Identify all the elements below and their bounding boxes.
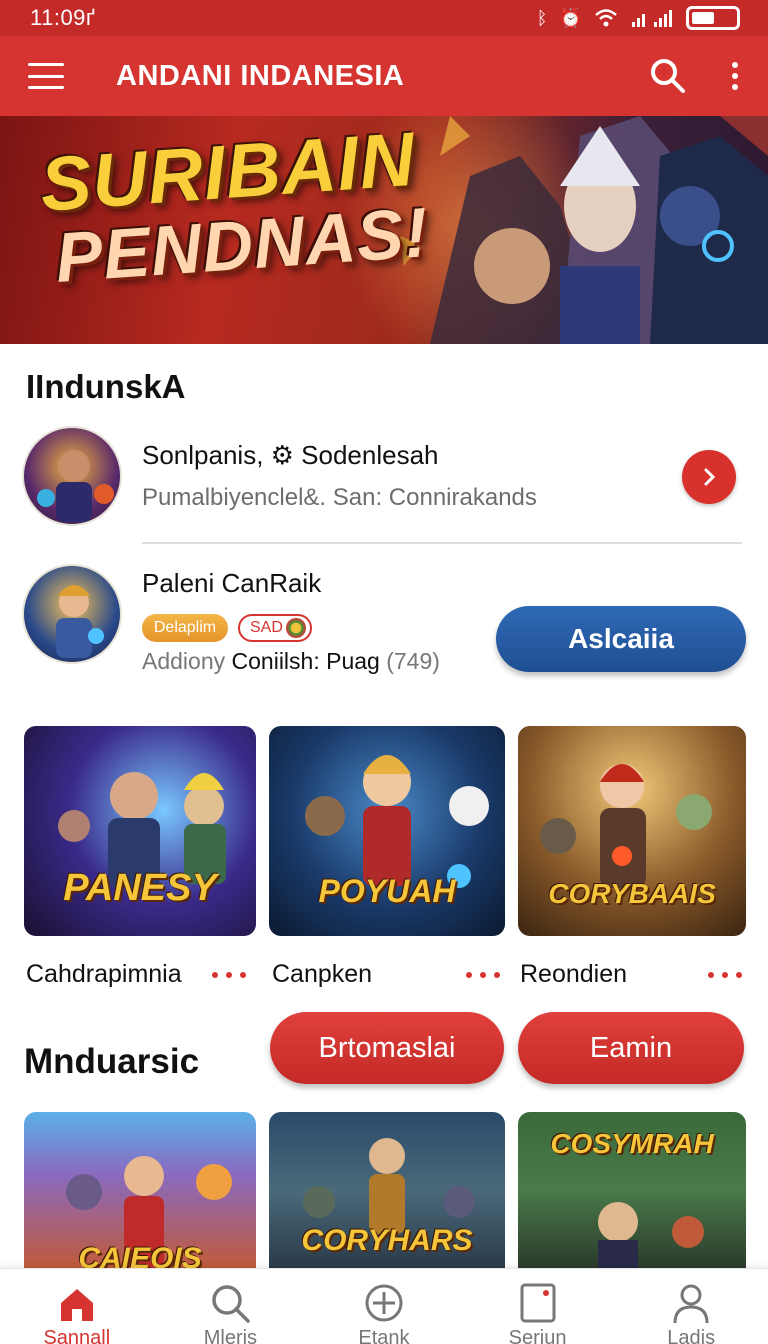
signal-icon xyxy=(632,10,672,27)
item-title: Paleni CanRaik xyxy=(142,568,322,598)
nav-label: Serjun xyxy=(508,1327,567,1344)
hamburger-menu-icon[interactable] xyxy=(28,63,64,89)
game-card-art: CAIEOIS xyxy=(24,1112,256,1268)
item-title: Sonlpanis, ⚙ Sodenlesah xyxy=(142,440,439,470)
game-card[interactable]: CORYBAAIS xyxy=(518,726,746,936)
divider xyxy=(142,542,742,544)
nav-item-library[interactable]: Serjun xyxy=(461,1269,615,1344)
section-title: Mnduarsic xyxy=(24,1042,200,1081)
app-title: ANDANI INDANESIA xyxy=(116,59,405,92)
more-vertical-icon[interactable] xyxy=(730,62,740,90)
game-logo: CORYHARS xyxy=(301,1224,473,1257)
game-logo: PANESY xyxy=(63,867,217,909)
nav-item-search[interactable]: Mleris xyxy=(154,1269,308,1344)
home-icon xyxy=(60,1289,93,1321)
install-button[interactable]: Aslcaiia xyxy=(496,606,746,672)
nav-label: Ladis xyxy=(667,1327,716,1344)
game-logo: CORYBAAIS xyxy=(548,878,716,909)
game-card[interactable]: CAIEOIS xyxy=(24,1112,256,1268)
game-avatar xyxy=(22,564,122,664)
game-card-title: Reondien xyxy=(520,960,628,988)
wifi-icon xyxy=(595,9,617,27)
nav-item-profile[interactable]: Ladis xyxy=(614,1269,768,1344)
profile-icon xyxy=(673,1284,709,1324)
status-time: 11:09ґ xyxy=(30,5,96,30)
search-icon[interactable] xyxy=(648,56,688,96)
nav-label: Etank xyxy=(358,1327,410,1344)
list-item[interactable]: Sonlpanis, ⚙ Sodenlesah Pumalbiyenclel&.… xyxy=(22,426,746,528)
game-card-title: Cahdrapimnia xyxy=(26,960,182,988)
app-bar: ANDANI INDANESIA xyxy=(0,36,768,116)
game-card[interactable]: POYUAH xyxy=(269,726,505,936)
section-title: IIndunskA xyxy=(26,368,186,405)
meta-count: (749) xyxy=(386,648,440,674)
add-circle-icon xyxy=(365,1284,403,1322)
hero-headline: SURIBAIN PENDNAS! xyxy=(38,117,431,297)
meta-bold: Coniilsh: Puag xyxy=(231,648,380,674)
game-logo: POYUAH xyxy=(318,873,456,909)
rating-badge: SAD xyxy=(238,614,312,642)
game-card[interactable]: CORYHARS xyxy=(269,1112,505,1268)
primary-action-button[interactable]: Brtomaslai xyxy=(270,1012,504,1084)
game-card-art: PANESY xyxy=(24,726,256,936)
item-meta: Addiony Coniilsh: Puag (749) xyxy=(142,648,440,675)
category-badge: Delaplim xyxy=(142,614,228,642)
nav-label: Mleris xyxy=(203,1327,258,1344)
more-options-icon[interactable] xyxy=(466,972,500,978)
chevron-right-icon xyxy=(704,468,716,486)
game-card-art: CORYBAAIS xyxy=(518,726,746,936)
game-logo: CAIEOIS xyxy=(78,1242,202,1268)
nav-item-home[interactable]: Sannall xyxy=(0,1269,154,1344)
bluetooth-icon: ᛒ xyxy=(536,7,548,28)
library-icon xyxy=(520,1283,556,1323)
alarm-icon: ⏰ xyxy=(559,7,582,28)
rating-badge-label: SAD xyxy=(250,619,283,636)
more-options-icon[interactable] xyxy=(708,972,742,978)
badge-emblem-icon xyxy=(286,618,306,638)
game-avatar xyxy=(22,426,122,526)
battery-icon xyxy=(686,6,740,30)
item-subtitle: Pumalbiyenclel&. San: Connirakands xyxy=(142,484,537,511)
game-card[interactable]: PANESY xyxy=(24,726,256,936)
game-card-art: COSYMRAH xyxy=(518,1112,746,1268)
status-icons: ᛒ ⏰ xyxy=(537,6,740,30)
bottom-navigation: Sannall Mleris Etank Serjun Ladis xyxy=(0,1268,768,1344)
game-card[interactable]: COSYMRAH xyxy=(518,1112,746,1268)
nav-label: Sannall xyxy=(43,1327,111,1344)
game-logo: COSYMRAH xyxy=(550,1128,714,1159)
search-icon xyxy=(212,1285,251,1323)
nav-item-add[interactable]: Etank xyxy=(307,1269,461,1344)
game-card-title: Canpken xyxy=(272,960,373,988)
meta-prefix: Addiony xyxy=(142,648,226,674)
game-card-art: CORYHARS xyxy=(269,1112,505,1268)
hero-banner[interactable]: SURIBAIN PENDNAS! xyxy=(0,116,768,344)
secondary-action-button[interactable]: Eamin xyxy=(518,1012,744,1084)
more-options-icon[interactable] xyxy=(212,972,246,978)
game-card-art: POYUAH xyxy=(269,726,505,936)
list-item[interactable]: Paleni CanRaik Delaplim SAD Addiony Coni… xyxy=(22,564,746,674)
chevron-right-button[interactable] xyxy=(682,450,736,504)
status-bar: 11:09ґ ᛒ ⏰ xyxy=(0,0,768,36)
